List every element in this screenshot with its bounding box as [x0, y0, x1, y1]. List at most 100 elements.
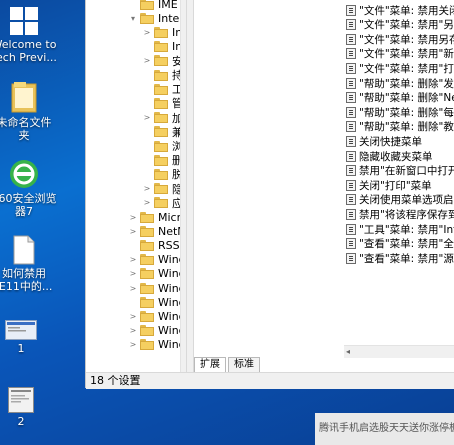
policy-row[interactable]: "文件"菜单: 禁用"打开"菜 [346, 61, 454, 75]
tree-expander-icon[interactable]: ▾ [128, 14, 138, 23]
tree-expander-icon[interactable]: > [142, 28, 152, 37]
policy-label: "文件"菜单: 禁用另存为"网 [359, 33, 454, 46]
document-icon [11, 235, 37, 265]
tree-item[interactable]: > NetM [128, 224, 186, 238]
tree-expander-icon[interactable]: > [128, 227, 138, 236]
folder-icon [154, 97, 168, 109]
folder-shortcut[interactable]: 未命名文件 夹 [0, 80, 64, 142]
screenshot-1-shortcut[interactable]: 1 [0, 320, 61, 355]
policy-row[interactable]: "帮助"菜单: 删除"教程"菜 [346, 120, 454, 134]
tree-item[interactable]: 兼 [142, 125, 183, 139]
policy-row[interactable]: "工具"菜单: 禁用"Interne [346, 222, 454, 236]
policy-label: "文件"菜单: 禁用"打开"菜 [359, 62, 454, 75]
policy-row[interactable]: "文件"菜单: 禁用另存为"网 [346, 32, 454, 46]
tree-item[interactable]: > 应 [142, 196, 183, 210]
policy-row[interactable]: "帮助"菜单: 删除"每日提示 [346, 105, 454, 119]
policy-row[interactable]: 禁用"将该程序保存到磁盘 [346, 207, 454, 221]
welcome-shortcut[interactable]: Welcome to Tech Previ... [0, 6, 64, 64]
policy-setting-icon [346, 252, 356, 264]
tree-expander-icon[interactable]: > [128, 326, 138, 335]
folder-icon [10, 80, 38, 114]
folder-icon [140, 325, 154, 337]
document-label: 如何禁用 IE11中的... [0, 267, 53, 293]
tree-item[interactable]: IME [128, 0, 178, 11]
settings-list: "文件"菜单: 禁用关闭浏览"文件"菜单: 禁用"另存为..."文件"菜单: 禁… [194, 0, 454, 355]
policy-row[interactable]: 关闭使用菜单选项启动"报 [346, 193, 454, 207]
folder-icon [140, 268, 154, 280]
tree-expander-icon[interactable]: > [128, 213, 138, 222]
folder-icon [154, 168, 168, 180]
tree-item[interactable]: >Windo [128, 309, 186, 323]
policy-row[interactable]: "帮助"菜单: 删除"发送反馈 [346, 76, 454, 90]
tree-item[interactable]: > Micro [128, 210, 186, 224]
policy-row[interactable]: 禁用"在新窗口中打开"菜单 [346, 164, 454, 178]
policy-row[interactable]: "帮助"菜单: 删除"Netsca [346, 91, 454, 105]
policy-row[interactable]: "文件"菜单: 禁用关闭浏览 [346, 3, 454, 17]
tree-item[interactable]: 持 [142, 68, 183, 82]
scroll-left-icon[interactable]: ◂ [346, 346, 350, 358]
policy-setting-icon [346, 150, 356, 162]
policy-label: "帮助"菜单: 删除"Netsca [359, 92, 454, 105]
folder-icon [140, 296, 154, 308]
tree-item[interactable]: >Windo [128, 281, 186, 295]
tree-expander-icon[interactable]: > [142, 198, 152, 207]
pane-splitter[interactable] [186, 0, 194, 372]
folder-icon [140, 12, 154, 24]
tab-standard[interactable]: 标准 [228, 357, 260, 372]
browser-360-label: 360安全浏览 器7 [0, 192, 57, 218]
tree-item[interactable]: 管 [142, 96, 183, 110]
tree-item[interactable]: 浏 [142, 139, 183, 153]
tree-expander-icon[interactable]: > [128, 255, 138, 264]
policy-setting-icon [346, 238, 356, 250]
notification-text: 腾讯手机启选股天天送你涨停板 [319, 423, 454, 434]
tree-expander-icon[interactable]: > [142, 56, 152, 65]
tree-expander-icon[interactable]: > [128, 269, 138, 278]
tree-item[interactable]: Windo [128, 295, 186, 309]
tree-item[interactable]: 脱 [142, 167, 183, 181]
folder-icon [140, 339, 154, 351]
tree-item[interactable]: > 隐 [142, 182, 183, 196]
tree-item[interactable]: >Windo [128, 338, 186, 352]
policy-row[interactable]: "查看"菜单: 禁用"全屏显示 [346, 237, 454, 251]
tree-item[interactable]: 删 [142, 153, 183, 167]
policy-label: 禁用"在新窗口中打开"菜单 [359, 165, 454, 178]
policy-row[interactable]: 关闭"打印"菜单 [346, 178, 432, 192]
folder-icon [154, 183, 168, 195]
tree-item[interactable]: > 加 [142, 111, 183, 125]
policy-row[interactable]: "文件"菜单: 禁用"新建"菜 [346, 47, 454, 61]
tree-item[interactable]: ▾Interne [128, 11, 186, 25]
policy-label: 关闭快捷菜单 [359, 135, 422, 148]
windows-logo-icon [9, 6, 39, 36]
policy-row[interactable]: 隐藏收藏夹菜单 [346, 149, 433, 163]
screenshot-1-label: 1 [17, 342, 25, 355]
folder-icon [154, 41, 168, 53]
policy-row[interactable]: "文件"菜单: 禁用"另存为... [346, 18, 454, 32]
tree-expander-icon[interactable]: > [128, 312, 138, 321]
screenshot-2-shortcut[interactable]: 2 [0, 387, 61, 428]
policy-row[interactable]: 关闭快捷菜单 [346, 134, 422, 148]
tree-expander-icon[interactable]: > [142, 184, 152, 193]
folder-icon [140, 239, 154, 251]
tree-item[interactable]: 工 [142, 82, 183, 96]
tree-item[interactable]: >Windo [128, 267, 186, 281]
tree-item[interactable]: >Windo [128, 253, 186, 267]
policy-row[interactable]: "查看"菜单: 禁用"源文件" [346, 251, 454, 265]
tab-extended[interactable]: 扩展 [194, 357, 226, 372]
notification-banner[interactable]: 腾讯手机启选股天天送你涨停板 [315, 413, 454, 445]
policy-setting-icon [346, 223, 356, 235]
policy-label: "文件"菜单: 禁用"另存为... [359, 19, 454, 32]
browser-360-shortcut[interactable]: 360安全浏览 器7 [0, 158, 64, 218]
tree-item[interactable]: > 安 [142, 54, 183, 68]
folder-icon [140, 0, 154, 10]
document-shortcut[interactable]: 如何禁用 IE11中的... [0, 235, 64, 293]
browser-360-icon [8, 158, 40, 190]
tree-expander-icon[interactable]: > [128, 340, 138, 349]
horizontal-scrollbar[interactable]: ◂ [344, 345, 454, 358]
tree-item[interactable]: >Windo [128, 324, 186, 338]
tree-expander-icon[interactable]: > [128, 284, 138, 293]
tree-item[interactable]: RSS 源 [128, 238, 186, 252]
folder-icon [154, 140, 168, 152]
policy-setting-icon [346, 19, 356, 31]
tree-expander-icon[interactable]: > [142, 113, 152, 122]
policy-setting-icon [346, 135, 356, 147]
